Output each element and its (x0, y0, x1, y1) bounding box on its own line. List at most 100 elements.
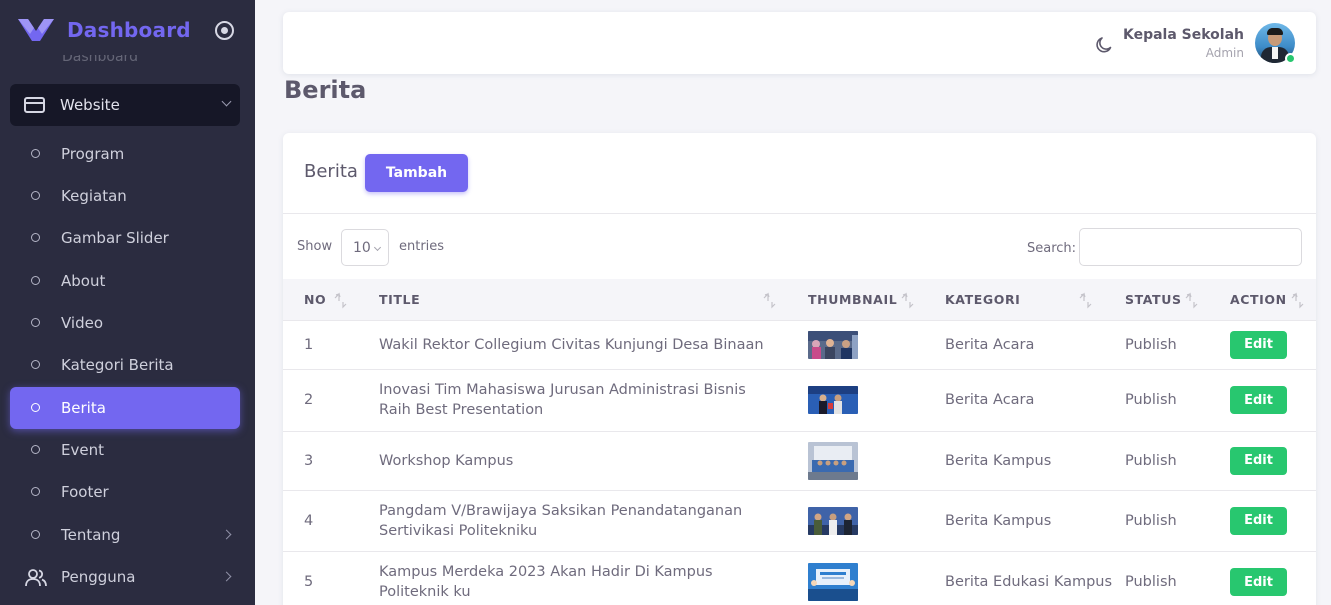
sidebar-item-dashboard-partial[interactable]: Dashboard (22, 55, 152, 69)
brand-logo-icon (18, 19, 54, 41)
sort-icon (1291, 292, 1304, 309)
page-title: Berita (284, 76, 367, 104)
chevron-down-icon (221, 96, 232, 107)
moon-icon[interactable] (1095, 36, 1113, 54)
user-name: Kepala Sekolah (1122, 27, 1244, 43)
sidebar-item-tentang[interactable]: Tentang (10, 514, 240, 556)
circle-icon (31, 360, 40, 369)
circle-icon (31, 487, 40, 496)
page-length-value: 10 (353, 240, 371, 256)
cell-action: Edit (1230, 319, 1316, 369)
sidebar-toggle-icon[interactable] (215, 21, 234, 40)
column-header-kategori[interactable]: KATEGORI (945, 279, 1125, 320)
circle-icon (31, 318, 40, 327)
sidebar: Dashboard Dashboard Website Program Kegi… (0, 0, 255, 605)
user-role: Admin (1205, 46, 1244, 60)
browser-icon (24, 97, 45, 113)
sidebar-item-label: Gambar Slider (61, 229, 169, 247)
sidebar-item-label: Event (61, 441, 104, 459)
cell-no: 5 (283, 550, 379, 605)
sidebar-item-kegiatan[interactable]: Kegiatan (10, 175, 240, 217)
show-label: Show (297, 239, 333, 254)
edit-button[interactable]: Edit (1230, 568, 1287, 597)
sidebar-group-label: Website (60, 96, 120, 114)
circle-icon (31, 191, 40, 200)
sidebar-item-label: Kegiatan (61, 187, 127, 205)
thumbnail-image[interactable] (808, 441, 858, 480)
circle-icon (31, 403, 40, 412)
page-length-select[interactable]: 10 (341, 229, 389, 266)
table-row: 5 Kampus Merdeka 2023 Akan Hadir Di Kamp… (283, 550, 1316, 605)
chevron-right-icon (221, 529, 232, 540)
cell-thumbnail (808, 550, 945, 605)
cell-title: Kampus Merdeka 2023 Akan Hadir Di Kampus… (379, 550, 808, 605)
circle-icon (31, 276, 40, 285)
search-input[interactable] (1079, 228, 1302, 266)
thumbnail-image[interactable] (808, 330, 858, 359)
card-title: Berita (304, 161, 358, 182)
circle-icon (31, 149, 40, 158)
edit-button[interactable]: Edit (1230, 386, 1287, 414)
sidebar-item-label: Dashboard (62, 55, 138, 65)
cell-status: Publish (1125, 319, 1230, 369)
circle-icon (31, 530, 40, 539)
cell-kategori: Berita Kampus (945, 489, 1125, 551)
sidebar-item-label: Video (61, 314, 104, 332)
cell-title: Inovasi Tim Mahasiswa Jurusan Administra… (379, 368, 808, 431)
top-navbar: Kepala Sekolah Admin (283, 12, 1316, 74)
sidebar-item-program[interactable]: Program (10, 133, 240, 175)
sidebar-group-website[interactable]: Website (10, 84, 240, 126)
cell-kategori: Berita Kampus (945, 430, 1125, 490)
sidebar-item-pengguna[interactable]: Pengguna (10, 556, 240, 598)
sidebar-item-video[interactable]: Video (10, 302, 240, 344)
sidebar-item-label: About (61, 272, 106, 290)
sidebar-item-gambar-slider[interactable]: Gambar Slider (10, 217, 240, 259)
sidebar-item-label: Pengguna (61, 568, 136, 586)
cell-title: Wakil Rektor Collegium Civitas Kunjungi … (379, 319, 808, 369)
sort-icon (1079, 292, 1092, 309)
sidebar-item-event[interactable]: Event (10, 429, 240, 471)
edit-button[interactable]: Edit (1230, 506, 1287, 535)
edit-button[interactable]: Edit (1230, 446, 1287, 475)
cell-thumbnail (808, 368, 945, 431)
cell-action: Edit (1230, 550, 1316, 605)
cell-status: Publish (1125, 550, 1230, 605)
cell-title: Pangdam V/Brawijaya Saksikan Penandatang… (379, 489, 808, 551)
circle-icon (31, 445, 40, 454)
card-header: Berita Tambah (283, 133, 1316, 214)
cell-kategori: Berita Edukasi Kampus (945, 550, 1125, 605)
sort-icon (334, 292, 347, 309)
column-header-action[interactable]: ACTION (1230, 279, 1316, 320)
table-row: 3 Workshop Kampus Berita Kampus Publish … (283, 430, 1316, 490)
sidebar-item-label: Program (61, 145, 125, 163)
edit-button[interactable]: Edit (1230, 330, 1287, 359)
cell-no: 3 (283, 430, 379, 490)
table-row: 1 Wakil Rektor Collegium Civitas Kunjung… (283, 319, 1316, 369)
entries-label: entries (399, 239, 445, 254)
sidebar-item-about[interactable]: About (10, 260, 240, 302)
berita-card: Berita Tambah Show 10 entries Search: NO… (283, 133, 1316, 605)
sidebar-item-kategori-berita[interactable]: Kategori Berita (10, 344, 240, 386)
column-header-status[interactable]: STATUS (1125, 279, 1230, 320)
column-header-thumbnail[interactable]: THUMBNAIL (808, 279, 945, 320)
sidebar-item-label: Footer (61, 483, 109, 501)
sort-icon (763, 292, 776, 309)
table-row: 2 Inovasi Tim Mahasiswa Jurusan Administ… (283, 368, 1316, 431)
column-header-title[interactable]: TITLE (379, 279, 808, 320)
brand-name: Dashboard (67, 18, 191, 42)
thumbnail-image[interactable] (808, 506, 858, 535)
thumbnail-image[interactable] (808, 563, 858, 602)
sidebar-item-berita[interactable]: Berita (10, 387, 240, 429)
column-header-no[interactable]: NO (283, 279, 379, 320)
sidebar-item-footer[interactable]: Footer (10, 471, 240, 513)
table-row: 4 Pangdam V/Brawijaya Saksikan Penandata… (283, 489, 1316, 551)
cell-thumbnail (808, 319, 945, 369)
sort-icon (901, 292, 914, 309)
thumbnail-image[interactable] (808, 386, 858, 414)
berita-table: NO TITLE THUMBNAIL KATEGORI STATUS ACTIO… (283, 279, 1316, 605)
tambah-button[interactable]: Tambah (365, 154, 468, 192)
cell-status: Publish (1125, 489, 1230, 551)
cell-action: Edit (1230, 489, 1316, 551)
sidebar-item-label: Tentang (61, 526, 121, 544)
cell-kategori: Berita Acara (945, 368, 1125, 431)
